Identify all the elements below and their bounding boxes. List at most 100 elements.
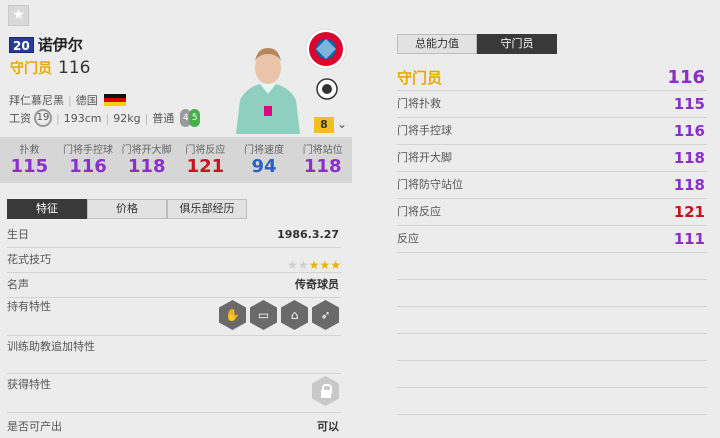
divider: |: [144, 111, 149, 125]
ability-row-empty: [397, 388, 707, 415]
ability-row: 门将反应 121: [397, 199, 707, 226]
tab-goalkeeper[interactable]: 守门员: [477, 34, 557, 54]
stat-label: 门将反应: [185, 145, 226, 156]
body-type: 普通: [152, 112, 175, 125]
tab-overall[interactable]: 总能力值: [397, 34, 477, 54]
traits-label: 持有特性: [7, 300, 51, 313]
nation-name: 德国: [75, 94, 98, 107]
reputation-value: 传奇球员: [295, 278, 339, 291]
wage-label: 工资: [9, 112, 31, 125]
dfb-logo: [316, 78, 338, 100]
chevron-down-icon[interactable]: ⌄: [337, 117, 347, 131]
training-traits-row: 训练助教追加特性: [7, 336, 341, 374]
ability-value: 118: [673, 176, 705, 194]
ability-list: 守门员 116 门将扑救 115 门将手控球 116 门将开大脚 118 门将防…: [397, 66, 707, 415]
ability-value: 121: [673, 203, 705, 221]
fc-bayern-logo: [305, 28, 347, 70]
ability-row-empty: [397, 361, 707, 388]
player-name: 诺伊尔: [37, 36, 83, 54]
ability-row-empty: [397, 253, 707, 280]
ability-row: 门将手控球 116: [397, 118, 707, 145]
gk-one-on-one-icon[interactable]: ⌂: [281, 300, 308, 330]
stat-cell: 门将开大脚 118: [117, 137, 176, 183]
ability-value: 118: [673, 149, 705, 167]
stat-label: 门将开大脚: [121, 145, 172, 156]
ability-row: 门将防守站位 118: [397, 172, 707, 199]
level-badge: 8: [314, 117, 334, 133]
divider: |: [68, 93, 72, 107]
tab-price[interactable]: 价格: [87, 199, 167, 219]
gk-rush-out-icon[interactable]: ➶: [312, 300, 339, 330]
stat-value: 94: [251, 156, 277, 177]
tab-traits[interactable]: 特征: [7, 199, 87, 219]
weight: 92kg: [113, 111, 141, 125]
gk-glove-icon[interactable]: ✋: [219, 300, 246, 330]
stat-label: 门将速度: [244, 145, 285, 156]
star-icon: ★: [308, 258, 320, 272]
ability-label: 反应: [397, 232, 419, 245]
birthday-row: 生日 1986.3.27: [7, 224, 341, 248]
birthday-value: 1986.3.27: [277, 228, 339, 241]
position-row: 守门员 116: [10, 58, 90, 78]
ability-value: 115: [673, 95, 705, 113]
foot-rating: 4 5: [180, 109, 201, 127]
ability-row: 门将开大脚 118: [397, 145, 707, 172]
ability-row: 反应 111: [397, 226, 707, 253]
star-icon: ★: [287, 258, 298, 272]
obtained-traits-row: 获得特性: [7, 374, 341, 413]
star-icon[interactable]: ★: [8, 5, 29, 26]
ability-row-empty: [397, 280, 707, 307]
tab-club-history[interactable]: 俱乐部经历: [167, 199, 247, 219]
club-row: 拜仁慕尼黑 | 德国: [9, 92, 126, 108]
divider: |: [105, 111, 110, 125]
training-traits-label: 训练助教追加特性: [7, 340, 95, 353]
stat-cell: 扑救 115: [0, 137, 59, 183]
player-portrait: [236, 48, 300, 134]
star-icon: ★: [319, 258, 331, 272]
ability-value: 116: [673, 122, 705, 140]
ovr-badge: 20: [9, 36, 34, 53]
ability-value: 111: [673, 230, 705, 248]
wage-value: 19: [34, 109, 52, 127]
stat-bar: 扑救 115 门将手控球 116 门将开大脚 118 门将反应 121 门将速度…: [0, 137, 352, 183]
gk-long-throw-icon[interactable]: ▭: [250, 300, 277, 330]
lock-icon: [312, 376, 339, 406]
ability-tabs: 总能力值 守门员: [397, 34, 557, 54]
stat-cell: 门将反应 121: [176, 137, 235, 183]
stat-cell: 门将手控球 116: [59, 137, 118, 183]
stat-label: 门将手控球: [63, 145, 113, 156]
stat-value: 118: [127, 156, 166, 177]
stat-cell: 门将站位 118: [293, 137, 352, 183]
stat-value: 116: [69, 156, 107, 177]
stat-cell: 门将速度 94: [235, 137, 294, 183]
germany-flag-icon: [103, 94, 126, 106]
strong-foot: 5: [189, 109, 201, 127]
traits-row: 持有特性 ✋ ▭ ⌂ ➶: [7, 298, 341, 336]
star-icon: ★: [330, 258, 341, 272]
position-label: 守门员: [10, 61, 52, 77]
birthday-label: 生日: [7, 228, 29, 241]
stat-value: 115: [10, 156, 49, 177]
skill-moves-label: 花式技巧: [7, 253, 51, 266]
height: 193cm: [63, 111, 102, 125]
stat-label: 门将站位: [302, 145, 343, 156]
trait-icons: ✋ ▭ ⌂ ➶: [219, 300, 339, 330]
position-ovr: 116: [58, 58, 91, 78]
ability-label: 门将手控球: [397, 124, 452, 137]
info-row: 工资 19 | 193cm | 92kg | 普通 4 5: [9, 109, 201, 127]
ability-label: 门将开大脚: [397, 151, 452, 164]
stat-label: 扑救: [19, 145, 40, 156]
detail-tabs: 特征 价格 俱乐部经历: [7, 199, 247, 219]
skill-moves-row: 花式技巧 ★★★★★: [7, 248, 341, 273]
ability-row: 门将扑救 115: [397, 91, 707, 118]
club-name: 拜仁慕尼黑: [9, 94, 64, 107]
stat-value: 118: [303, 156, 342, 177]
ability-label: 门将防守站位: [397, 178, 463, 191]
divider: |: [56, 111, 60, 125]
reputation-label: 名声: [7, 278, 29, 291]
star-icon: ★: [297, 258, 309, 272]
ability-row-empty: [397, 307, 707, 334]
detail-list: 生日 1986.3.27 花式技巧 ★★★★★ 名声 传奇球员 持有特性 ✋ ▭…: [7, 224, 341, 438]
ability-main-label: 守门员: [397, 69, 443, 87]
ability-label: 门将扑救: [397, 97, 441, 110]
